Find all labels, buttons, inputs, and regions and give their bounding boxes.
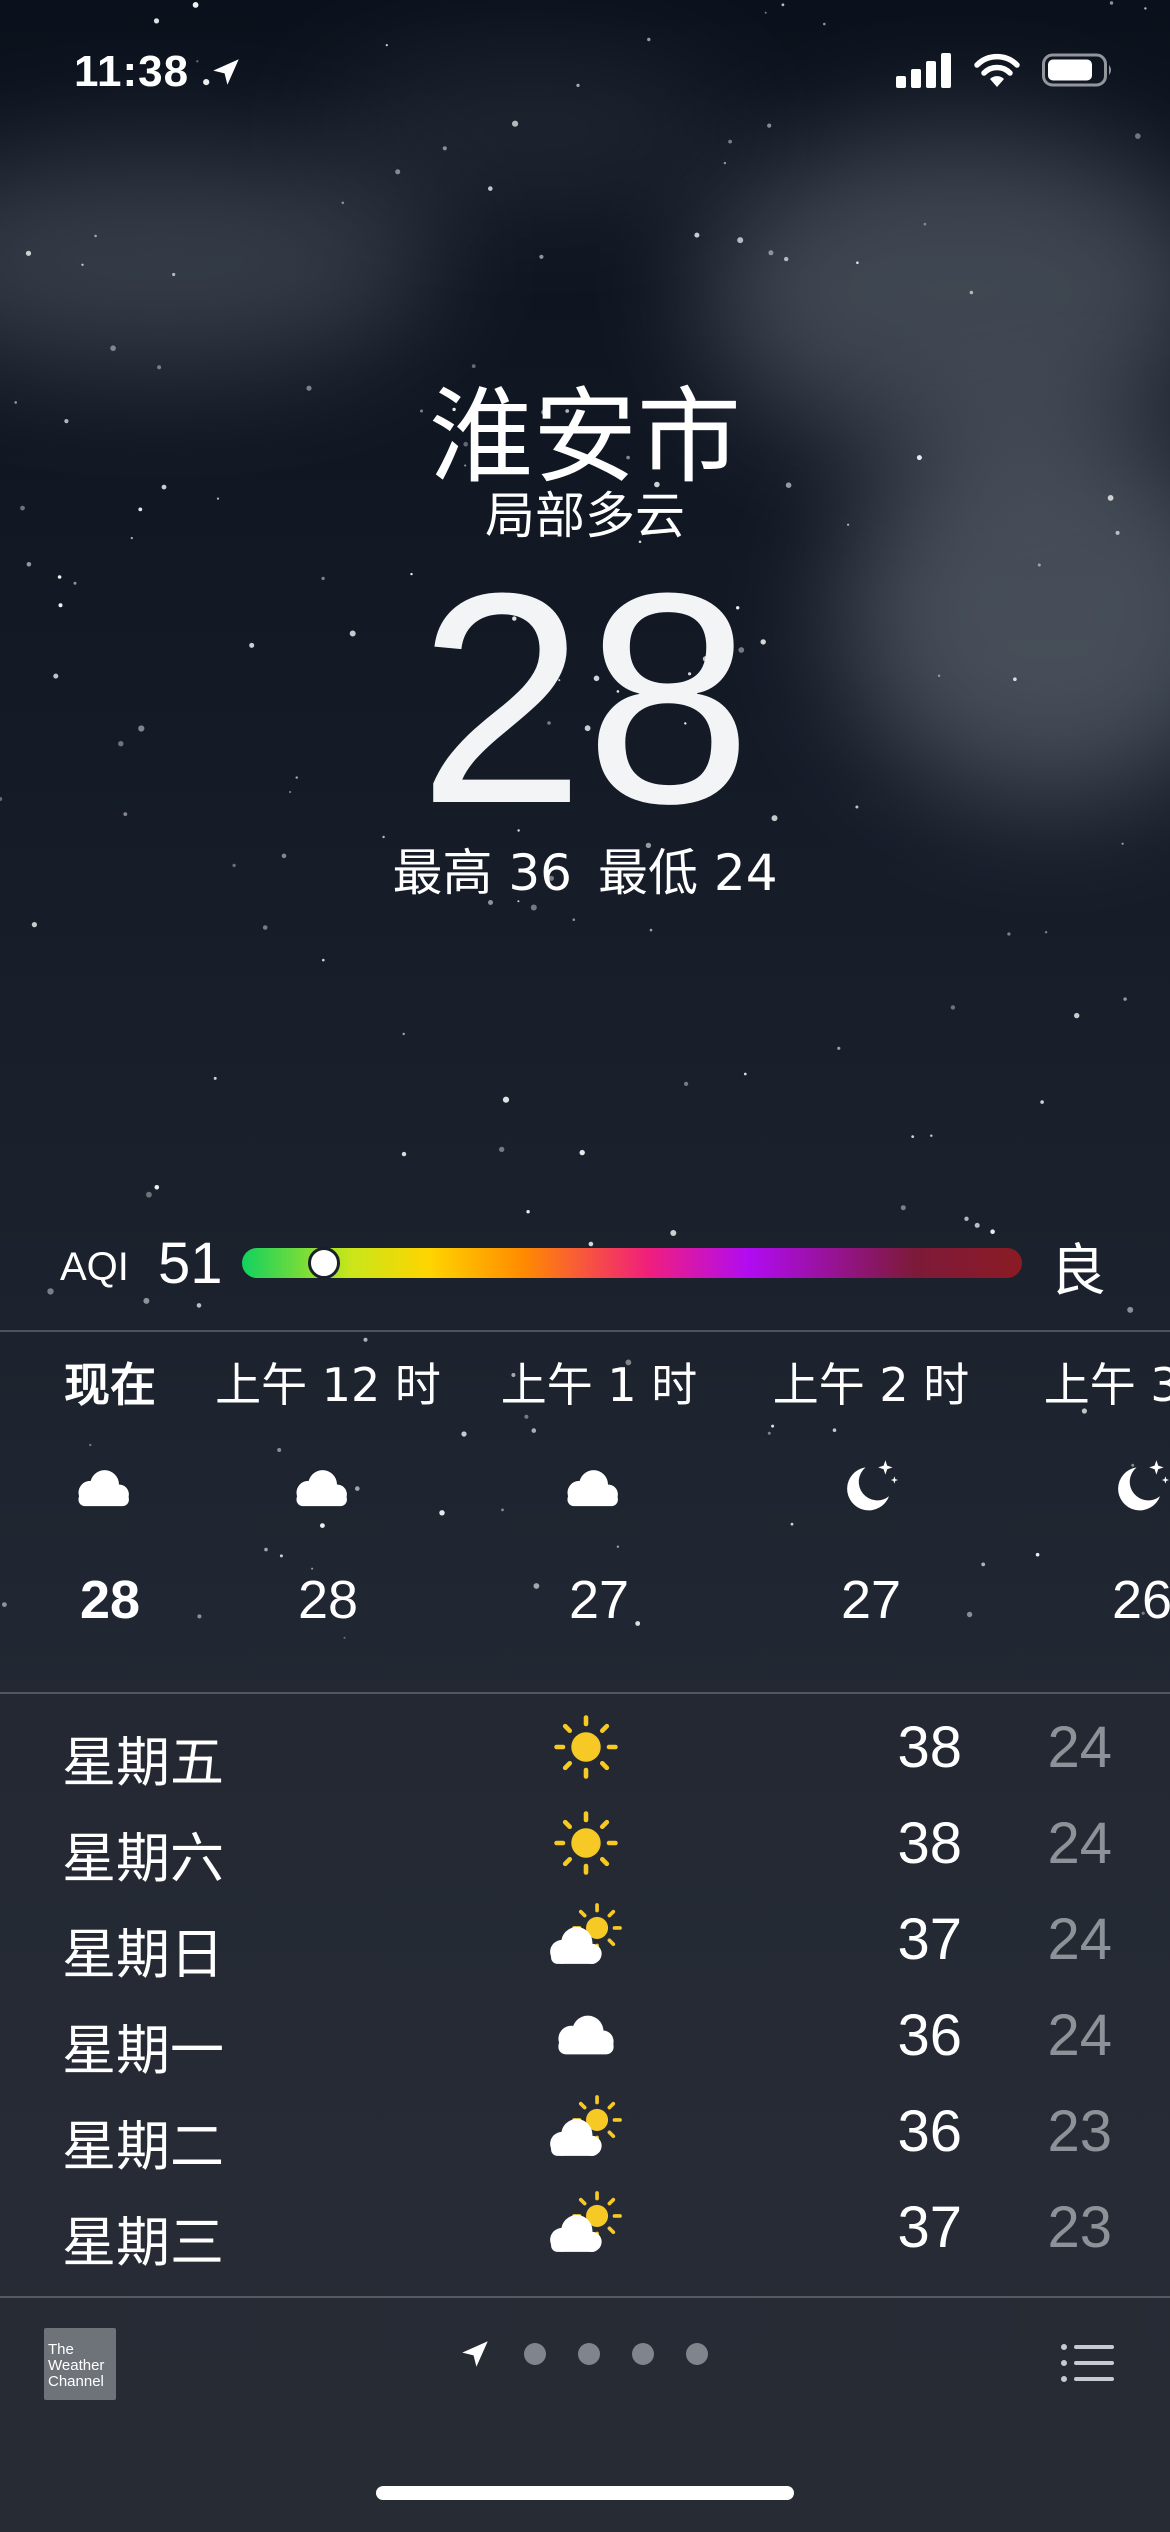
logo-line-3: Channel [48, 2373, 104, 2390]
cloud-sun-icon [540, 2190, 632, 2270]
battery-icon [1042, 53, 1111, 87]
day-high: 38 [897, 1715, 962, 1780]
day-name: 星期一 [62, 2019, 224, 2082]
hourly-item: 上午 2 时 27 [721, 1355, 1021, 1631]
day-low: 24 [1047, 2003, 1112, 2068]
cloud-moon-icon [554, 1453, 644, 1523]
daily-row: 星期日 37 24 [0, 1896, 1170, 1992]
weather-channel-logo[interactable]: The Weather Channel [44, 2328, 116, 2400]
hourly-item: 上午 1 时 27 [449, 1355, 749, 1631]
aqi-indicator [308, 1247, 341, 1279]
divider-bottom [0, 2296, 1170, 2298]
divider-middle [0, 1692, 1170, 1694]
hourly-item: 上午 3 时 26 [992, 1355, 1170, 1631]
status-time-text: 11:38 [74, 47, 190, 96]
moon-stars-icon [1097, 1453, 1170, 1523]
page-indicator[interactable] [458, 2337, 708, 2371]
wifi-icon [974, 53, 1020, 87]
hour-temperature: 27 [568, 1570, 630, 1630]
divider-top [0, 1330, 1170, 1332]
cloud-moon-icon [65, 1453, 155, 1523]
hour-label: 上午 3 时 [1043, 1358, 1170, 1412]
page-dot[interactable] [524, 2343, 546, 2365]
day-high: 36 [897, 2003, 962, 2068]
day-name: 星期三 [62, 2211, 224, 2274]
high-low-temperature: 最高 36 最低 24 [0, 833, 1170, 905]
cloud-moon-icon [283, 1453, 373, 1523]
cloud-sun-icon [540, 1902, 632, 1982]
aqi-level: 良 [1050, 1239, 1106, 1304]
status-icons [896, 52, 1114, 88]
aqi-label: AQI [60, 1245, 129, 1289]
city-list-icon[interactable] [1060, 2342, 1114, 2384]
day-name: 星期日 [62, 1923, 224, 1986]
day-low: 24 [1047, 1907, 1112, 1972]
day-low: 24 [1047, 1811, 1112, 1876]
weather-screen: 11:38 淮安市 局部多云 28 最高 36 最低 24 AQI 51 良 现… [0, 0, 1170, 2532]
current-location-icon[interactable] [458, 2337, 492, 2371]
aqi-gradient-bar [242, 1248, 1022, 1278]
daily-row: 星期二 36 23 [0, 2088, 1170, 2184]
page-dot[interactable] [686, 2343, 708, 2365]
daily-row: 星期一 36 24 [0, 1992, 1170, 2088]
page-dot[interactable] [578, 2343, 600, 2365]
status-time: 11:38 [74, 46, 243, 97]
hour-label: 上午 1 时 [500, 1358, 698, 1412]
day-low: 23 [1047, 2099, 1112, 2164]
day-high: 37 [897, 1907, 962, 1972]
day-low: 23 [1047, 2195, 1112, 2260]
aqi-value: 51 [158, 1231, 223, 1296]
daily-row: 星期五 38 24 [0, 1704, 1170, 1800]
cellular-signal-icon [896, 53, 951, 88]
day-name: 星期五 [62, 1731, 224, 1794]
daily-row: 星期三 37 23 [0, 2184, 1170, 2280]
sun-icon [540, 1710, 632, 1790]
hour-label: 上午 2 时 [772, 1358, 970, 1412]
logo-line-2: Weather [48, 2357, 105, 2374]
daily-row: 星期六 38 24 [0, 1800, 1170, 1896]
current-temperature: 28 [418, 530, 752, 866]
hourly-item: 上午 12 时 28 [178, 1355, 478, 1631]
low-temperature: 最低 24 [598, 844, 778, 902]
high-temperature: 最高 36 [392, 844, 572, 902]
day-name: 星期六 [62, 1827, 224, 1890]
logo-line-1: The [48, 2341, 74, 2358]
sun-icon [540, 1806, 632, 1886]
cloud-icon [540, 1998, 632, 2078]
moon-stars-icon [826, 1453, 916, 1523]
home-indicator[interactable] [376, 2486, 794, 2500]
page-dot[interactable] [632, 2343, 654, 2365]
hour-temperature: 28 [297, 1570, 359, 1630]
cloud-sun-icon [540, 2094, 632, 2174]
day-low: 24 [1047, 1715, 1112, 1780]
hour-temperature: 26 [1111, 1570, 1170, 1630]
hour-temperature: 27 [840, 1570, 902, 1630]
hour-label: 上午 12 时 [215, 1358, 441, 1412]
day-high: 38 [897, 1811, 962, 1876]
day-name: 星期二 [62, 2115, 224, 2178]
location-arrow-icon [213, 59, 240, 85]
day-high: 37 [897, 2195, 962, 2260]
day-high: 36 [897, 2099, 962, 2164]
